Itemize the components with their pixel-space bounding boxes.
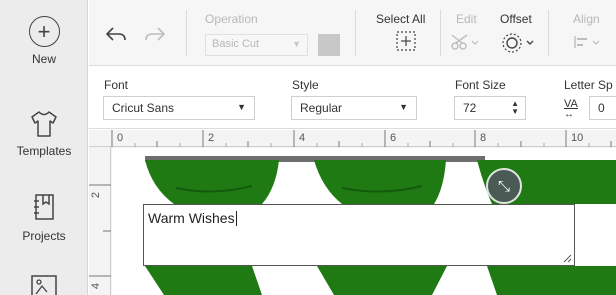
font-size-value: 72 xyxy=(463,101,477,115)
toolbar-divider xyxy=(186,10,187,56)
ruler-ticks xyxy=(89,184,111,277)
plus-icon: + xyxy=(28,16,60,47)
text-properties-bar: Font Cricut Sans ▼ Style Regular ▼ Font … xyxy=(89,67,616,129)
toolbar-divider xyxy=(355,10,356,56)
align-label: Align xyxy=(573,12,600,26)
ruler-label: 4 xyxy=(90,282,103,290)
font-value: Cricut Sans xyxy=(112,101,175,115)
font-select[interactable]: Cricut Sans ▼ xyxy=(103,96,255,120)
select-all-label[interactable]: Select All xyxy=(376,12,425,26)
sidebar-item-uploads[interactable] xyxy=(0,274,88,295)
undo-icon[interactable] xyxy=(104,24,128,44)
shirt-icon xyxy=(31,111,57,137)
ruler-label: 8 xyxy=(480,132,487,144)
resize-handle-icon[interactable]: ⤡ xyxy=(486,168,522,204)
letter-spacing-value: 0 xyxy=(598,101,605,115)
operation-color-swatch[interactable] xyxy=(318,34,340,56)
offset-icon[interactable] xyxy=(501,32,537,54)
edit-label: Edit xyxy=(456,12,477,26)
operation-select[interactable]: Basic Cut ▼ xyxy=(205,34,308,56)
toolbar-divider xyxy=(548,10,549,56)
left-sidebar: + New Templates Projects xyxy=(0,0,88,295)
select-all-icon[interactable] xyxy=(395,30,417,52)
ruler-label: 4 xyxy=(299,132,306,144)
sidebar-item-new[interactable]: + New xyxy=(0,16,88,66)
design-canvas[interactable]: 0 2 4 6 8 10 2 4 Warm Wishes ⤡ xyxy=(89,130,616,295)
sidebar-item-label: Projects xyxy=(22,229,66,243)
sidebar-item-projects[interactable]: Projects xyxy=(0,192,88,243)
resize-grip-icon[interactable] xyxy=(563,254,572,263)
chevron-down-icon: ▼ xyxy=(399,102,408,112)
horizontal-ruler: 0 2 4 6 8 10 xyxy=(89,130,616,147)
ruler-ticks xyxy=(111,130,612,147)
letter-spacing-label: Letter Sp xyxy=(564,78,613,92)
operation-label: Operation xyxy=(205,12,258,26)
toolbar-divider xyxy=(440,10,441,56)
projects-icon xyxy=(34,194,54,220)
ruler-label: 6 xyxy=(390,132,397,144)
text-input-box[interactable]: Warm Wishes xyxy=(143,204,575,266)
text-content: Warm Wishes xyxy=(148,210,235,226)
redo-icon[interactable] xyxy=(143,24,167,44)
sidebar-item-label: New xyxy=(31,52,56,66)
sidebar-item-templates[interactable]: Templates xyxy=(0,109,88,158)
style-select[interactable]: Regular ▼ xyxy=(291,96,417,120)
ruler-label: 0 xyxy=(117,132,124,144)
ruler-label: 2 xyxy=(90,191,103,199)
chevron-down-icon: ▼ xyxy=(237,102,246,112)
sidebar-item-label: Templates xyxy=(16,144,72,158)
stepper-arrows-icon[interactable]: ▲ ▼ xyxy=(511,100,519,116)
ruler-label: 10 xyxy=(571,132,584,144)
style-value: Regular xyxy=(300,101,343,115)
text-cursor xyxy=(235,211,237,226)
scissors-icon xyxy=(451,34,479,50)
offset-label[interactable]: Offset xyxy=(500,12,532,26)
letter-spacing-input[interactable]: 0 xyxy=(589,96,616,120)
style-label: Style xyxy=(292,78,319,92)
top-toolbar: Operation Basic Cut ▼ Select All Edit Of… xyxy=(89,0,616,66)
font-size-label: Font Size xyxy=(455,78,506,92)
vertical-ruler: 2 4 xyxy=(89,147,111,295)
operation-value: Basic Cut xyxy=(212,38,260,50)
chevron-down-icon: ▼ xyxy=(292,39,301,49)
ruler-label: 2 xyxy=(208,132,215,144)
font-size-stepper[interactable]: 72 ▲ ▼ xyxy=(454,96,526,120)
image-upload-icon xyxy=(31,275,57,295)
letter-spacing-icon: VA ↔ xyxy=(564,98,578,120)
font-label: Font xyxy=(104,78,129,92)
align-icon xyxy=(574,36,600,48)
